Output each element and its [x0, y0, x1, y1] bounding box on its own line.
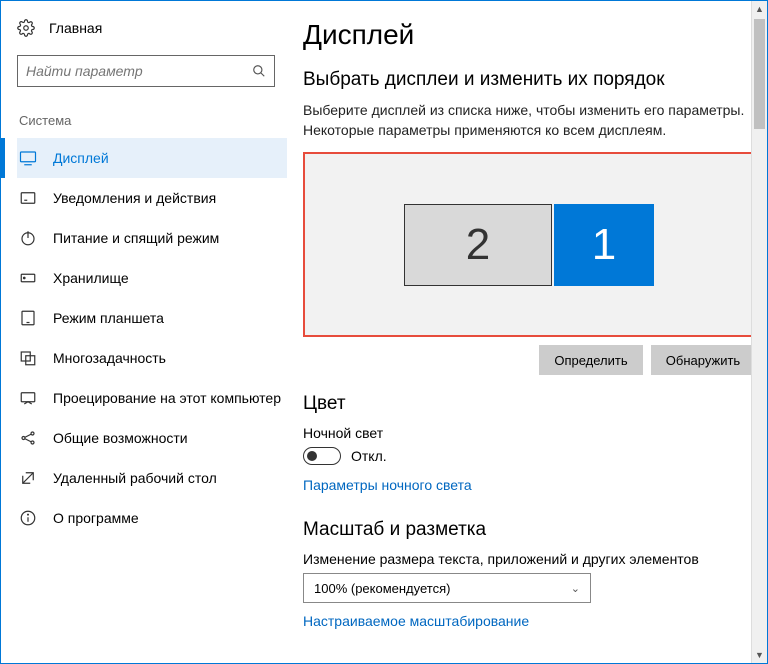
nav-label: О программе [53, 510, 139, 526]
page-title: Дисплей [303, 19, 755, 51]
sidebar-item-power[interactable]: Питание и спящий режим [17, 218, 287, 258]
about-icon [19, 509, 37, 527]
scrollbar[interactable]: ▲ ▼ [751, 1, 767, 663]
sidebar-item-tablet[interactable]: Режим планшета [17, 298, 287, 338]
monitor-1[interactable]: 1 [554, 204, 654, 286]
sidebar-item-multitask[interactable]: Многозадачность [17, 338, 287, 378]
tablet-icon [19, 309, 37, 327]
section-label: Система [17, 113, 287, 128]
sidebar-item-storage[interactable]: Хранилище [17, 258, 287, 298]
sidebar-item-shared[interactable]: Общие возможности [17, 418, 287, 458]
sidebar-item-about[interactable]: О программе [17, 498, 287, 538]
nav-label: Дисплей [53, 150, 109, 166]
search-icon [252, 64, 266, 78]
project-icon [19, 389, 37, 407]
nav-label: Общие возможности [53, 430, 188, 446]
arrange-description: Выберите дисплей из списка ниже, чтобы и… [303, 101, 755, 140]
scroll-thumb[interactable] [754, 19, 765, 129]
monitor-2[interactable]: 2 [404, 204, 552, 286]
custom-scaling-link[interactable]: Настраиваемое масштабирование [303, 613, 529, 629]
shared-icon [19, 429, 37, 447]
notification-icon [19, 189, 37, 207]
scroll-down-icon[interactable]: ▼ [752, 647, 767, 663]
scale-value: 100% (рекомендуется) [314, 581, 450, 596]
nav-label: Хранилище [53, 270, 129, 286]
night-light-toggle[interactable] [303, 447, 341, 465]
sidebar-item-display[interactable]: Дисплей [17, 138, 287, 178]
night-light-settings-link[interactable]: Параметры ночного света [303, 477, 472, 493]
sidebar-item-remote[interactable]: Удаленный рабочий стол [17, 458, 287, 498]
sidebar-item-notifications[interactable]: Уведомления и действия [17, 178, 287, 218]
nav-label: Уведомления и действия [53, 190, 216, 206]
chevron-down-icon: ⌄ [571, 582, 580, 595]
gear-icon [17, 19, 35, 37]
detect-button[interactable]: Обнаружить [651, 345, 755, 375]
display-arrange-area[interactable]: 2 1 [303, 152, 755, 337]
nav-label: Проецирование на этот компьютер [53, 390, 281, 406]
search-input[interactable] [17, 55, 275, 87]
sidebar: Главная Система Дисплей Уведомления и де… [1, 1, 291, 663]
nav-label: Многозадачность [53, 350, 166, 366]
multitask-icon [19, 349, 37, 367]
search-field[interactable] [26, 63, 252, 79]
color-heading: Цвет [303, 393, 755, 415]
nav-label: Удаленный рабочий стол [53, 470, 217, 486]
night-light-row: Откл. [303, 447, 755, 465]
monitor-icon [19, 149, 37, 167]
identify-button[interactable]: Определить [539, 345, 643, 375]
main-content: Дисплей Выбрать дисплеи и изменить их по… [291, 1, 767, 663]
home-label: Главная [49, 20, 102, 36]
scale-dropdown[interactable]: 100% (рекомендуется) ⌄ [303, 573, 591, 603]
night-light-label: Ночной свет [303, 425, 755, 441]
scroll-up-icon[interactable]: ▲ [752, 1, 767, 17]
arrange-button-row: Определить Обнаружить [303, 345, 755, 375]
scale-label: Изменение размера текста, приложений и д… [303, 551, 755, 567]
home-button[interactable]: Главная [17, 19, 287, 37]
arrange-heading: Выбрать дисплеи и изменить их порядок [303, 69, 755, 91]
nav-label: Режим планшета [53, 310, 164, 326]
night-light-state: Откл. [351, 448, 387, 464]
storage-icon [19, 269, 37, 287]
power-icon [19, 229, 37, 247]
scale-heading: Масштаб и разметка [303, 519, 755, 541]
sidebar-item-projecting[interactable]: Проецирование на этот компьютер [17, 378, 287, 418]
nav-label: Питание и спящий режим [53, 230, 219, 246]
remote-icon [19, 469, 37, 487]
